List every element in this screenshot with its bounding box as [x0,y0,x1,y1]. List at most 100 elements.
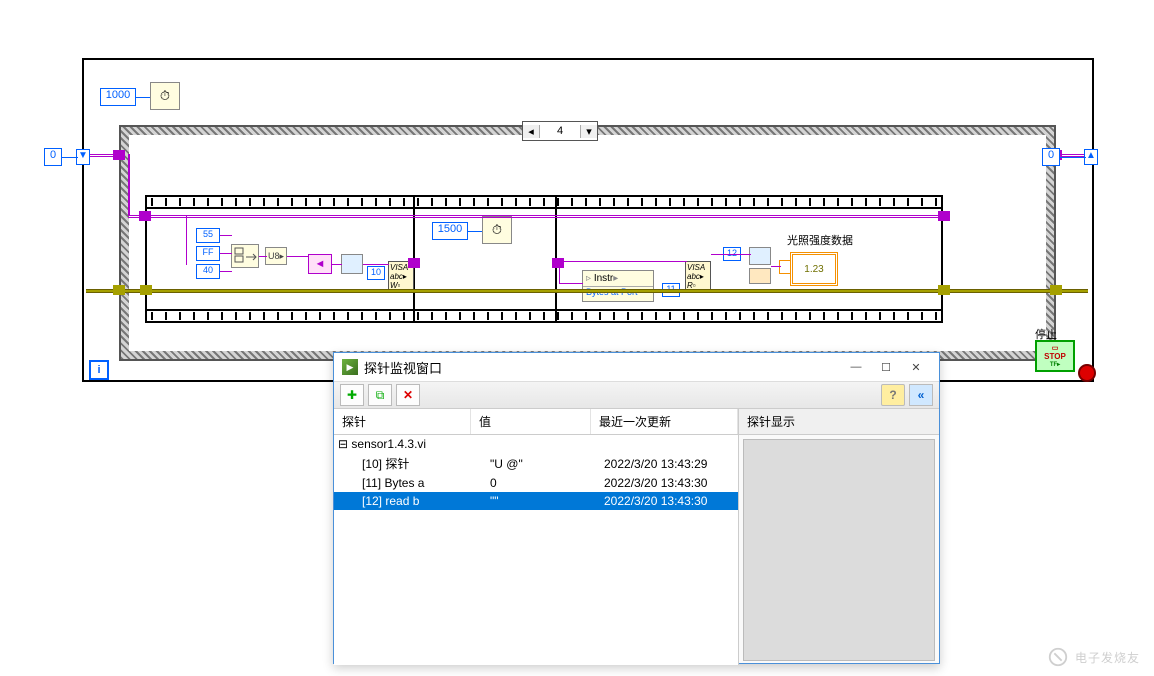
column-header-time[interactable]: 最近一次更新 [591,409,738,434]
error-tunnel [938,285,950,295]
wire [128,154,130,216]
visa-resource-wire [128,215,948,218]
event-node: ◄ [308,254,332,274]
window-title: 探针监视窗口 [364,358,442,377]
wire [559,283,583,284]
wire [220,235,232,236]
tree-root-row[interactable]: ⊟ sensor1.4.3.vi [334,435,738,453]
add-probe-button[interactable]: ⧉ [368,384,392,406]
watermark-text: 电子发烧友 [1075,649,1140,666]
hex-const-40: 40 [196,264,220,279]
wire [220,271,232,272]
window-titlebar[interactable]: ▶ 探针监视窗口 — ☐ ✕ [334,353,939,382]
visa-tunnel [552,258,564,268]
property-node-bytes-at-port: ▹ Instr▸ Bytes at Port [582,270,654,302]
probe-display-header: 探针显示 [739,409,939,435]
probe-name: [10] 探针 [334,453,486,474]
loop-condition-terminal [1078,364,1096,382]
watermark-icon [1047,646,1069,668]
case-value: 4 [540,125,580,137]
visa-tunnel [139,211,151,221]
wire [62,157,78,158]
metronome-icon: ⏱ [492,222,502,238]
numeric-value: 1.23 [804,264,823,275]
wire [186,215,187,265]
probe-value: "" [486,492,600,510]
probe-add-icon: ⧉ [376,388,385,403]
iteration-constant-left: 0 [44,148,62,166]
delete-icon: ✕ [403,388,413,402]
probe-time: 2022/3/20 13:43:30 [600,492,738,510]
wire [259,256,267,257]
visa-tunnel [113,150,125,160]
hex-const-ff: FF [196,246,220,261]
wire [1060,157,1086,158]
constant-wait-ms: 1000 [100,88,136,106]
wire [287,256,309,257]
probe-grid-header: 探针 值 最近一次更新 [334,409,738,435]
shift-register-right [1084,149,1098,165]
wait-ms-node-2: ⏱ [482,216,512,244]
probe-value: 0 [486,474,600,492]
instr-label: Instr [594,273,613,284]
wire [559,261,687,262]
wire [332,264,342,265]
visa-tunnel [938,211,950,221]
probe-toolbar: ✚ ⧉ ✕ ? « [334,382,939,409]
probe-grid-body[interactable]: ⊟ sensor1.4.3.vi [10] 探针 "U @" 2022/3/20… [334,435,738,665]
wire [771,266,781,267]
scan-value-node [749,268,771,284]
delete-probe-button[interactable]: ✕ [396,384,420,406]
probe-list-pane: 探针 值 最近一次更新 ⊟ sensor1.4.3.vi [10] 探针 "U … [334,409,739,665]
probe-time: 2022/3/20 13:43:29 [600,455,738,473]
case-prev-arrow[interactable]: ◂ [523,125,540,138]
tree-root-label: sensor1.4.3.vi [351,437,426,451]
express-vi-node [341,254,363,274]
probe-plus-icon: ✚ [347,388,357,402]
byte-array-to-string-node: U8▸ [265,247,287,265]
stop-button-terminal[interactable]: ▭ STOP TF▸ [1035,340,1075,372]
stop-button-text: STOP [1044,352,1066,361]
wire [363,264,389,265]
wire [468,231,482,232]
probe-row[interactable]: [10] 探针 "U @" 2022/3/20 13:43:29 [334,453,738,474]
window-close-button[interactable]: ✕ [901,357,931,377]
probe-row-selected[interactable]: [12] read b "" 2022/3/20 13:43:30 [334,492,738,510]
case-selector[interactable]: ◂ 4 ▾ [522,121,598,141]
collapse-right-button[interactable]: « [909,384,933,406]
app-icon: ▶ [342,359,358,375]
visa-tunnel [408,258,420,268]
wire [711,254,751,255]
probe-row[interactable]: [11] Bytes a 0 2022/3/20 13:43:30 [334,474,738,492]
indicator-terminal [779,260,791,274]
wire [136,97,150,98]
probe-value: "U @" [486,455,600,473]
build-array-node [231,244,259,268]
window-minimize-button[interactable]: — [841,357,871,377]
error-tunnel [140,285,152,295]
constant-wait-1500: 1500 [432,222,468,240]
error-tunnel [1050,285,1062,295]
chevron-left-double-icon: « [918,388,925,402]
wire [220,253,232,254]
metronome-icon: ⏱ [160,88,170,104]
probe-tag-10: 10 [367,266,385,280]
error-tunnel [113,285,125,295]
hex-const-55: 55 [196,228,220,243]
probe-watch-window[interactable]: ▶ 探针监视窗口 — ☐ ✕ ✚ ⧉ ✕ ? « 探针 值 最近一次更新 [333,352,940,664]
probe-display-body [743,439,935,661]
string-subset-node [749,247,771,265]
shift-register-left [76,149,90,165]
iteration-constant-right: 0 [1042,148,1060,166]
help-icon: ? [889,388,896,402]
window-maximize-button[interactable]: ☐ [871,357,901,377]
numeric-indicator: 1.23 [790,252,838,286]
column-header-probe[interactable]: 探针 [334,409,471,434]
new-probe-button[interactable]: ✚ [340,384,364,406]
iteration-terminal-icon: i [89,360,109,380]
watermark: 电子发烧友 [1047,646,1140,668]
help-button[interactable]: ? [881,384,905,406]
column-header-value[interactable]: 值 [471,409,591,434]
case-next-arrow[interactable]: ▾ [580,125,597,138]
probe-name: [11] Bytes a [334,474,486,492]
